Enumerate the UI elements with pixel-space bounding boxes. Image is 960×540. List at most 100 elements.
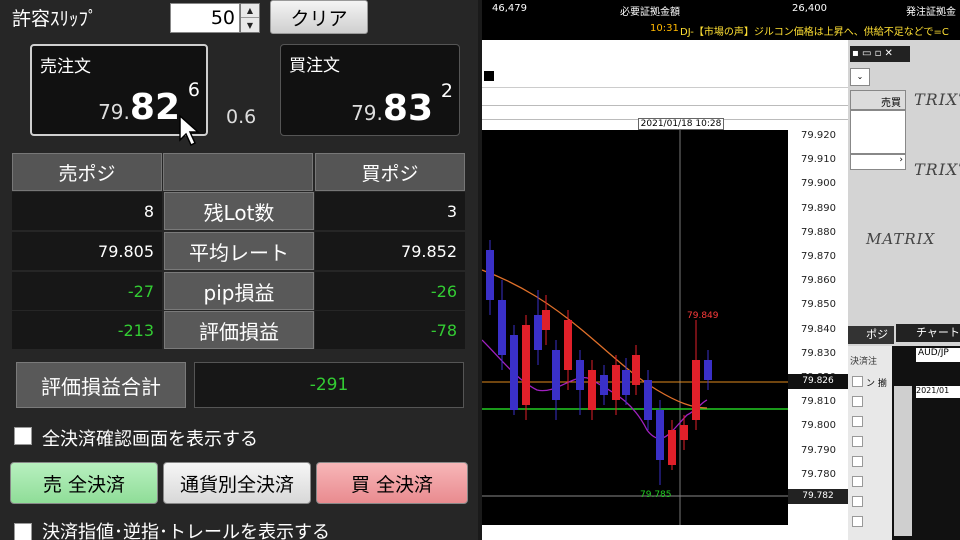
row-checkbox[interactable] — [852, 476, 863, 487]
price-tick: 79.800 — [801, 420, 836, 432]
row-checkbox[interactable] — [852, 376, 863, 387]
row-checkbox[interactable] — [852, 396, 863, 407]
news-text: DJ-【市場の声】ジルコン価格は上昇へ、供給不足などで=C — [680, 27, 949, 38]
row-checkbox[interactable] — [852, 456, 863, 467]
ticker-label-3: 発注証拠金 — [906, 7, 956, 18]
currency-all-settle-button[interactable]: 通貨別全決済 — [163, 462, 311, 504]
buy-all-settle-button[interactable]: 買 全決済 — [316, 462, 468, 504]
low-annotation: 79.785 — [640, 490, 672, 500]
mouse-cursor-icon — [179, 114, 200, 147]
candle-body — [510, 335, 518, 410]
chart-toolbar — [482, 68, 848, 88]
candle-body — [522, 325, 530, 405]
candle-body — [498, 300, 506, 355]
sell-price: 79.82 6 — [98, 79, 200, 128]
show-limit-label: 決済指値･逆指･トレールを表示する — [42, 522, 330, 540]
price-axis: 79.920 79.910 79.900 79.890 79.880 79.870 79.8… — [788, 130, 848, 525]
price-tick: 79.890 — [801, 202, 836, 214]
sell-all-settle-button[interactable]: 売 全決済 — [10, 462, 158, 504]
high-annotation: 79.849 — [687, 311, 719, 321]
candle-body — [600, 375, 608, 395]
window-titlebar: ▪ ▭ ▫ ✕ — [850, 46, 910, 62]
tab-position[interactable]: ポジ — [848, 326, 894, 344]
buy-pip-pl: -26 — [315, 272, 465, 310]
price-tick: 79.900 — [801, 178, 836, 190]
sell-position-header: 売ポジ — [12, 153, 162, 191]
candle-body — [576, 360, 584, 390]
avg-rate-label: 平均レート — [164, 232, 314, 270]
candle-body — [656, 410, 664, 460]
news-time: 10:31 — [650, 23, 679, 34]
chart-crosshair-time: 2021/01/18 10:28 — [638, 118, 724, 130]
tab-chart[interactable]: チャート — [896, 324, 960, 342]
mini-chart-pair[interactable]: AUD/JP — [916, 348, 960, 362]
buy-order-button[interactable]: 買注文 79.83 2 — [280, 44, 460, 136]
pip-pl-label: pip損益 — [164, 272, 314, 310]
ticker-value-2: 26,400 — [792, 3, 827, 14]
candle-body — [612, 365, 620, 400]
candle-body — [632, 355, 640, 385]
stepper-up-icon[interactable]: ▲ — [241, 4, 259, 18]
price-tick: 79.810 — [801, 396, 836, 408]
sell-order-title: 売注文 — [40, 57, 91, 77]
candle-body — [622, 370, 630, 395]
show-limit-checkbox[interactable] — [14, 523, 32, 540]
candle-body — [704, 360, 712, 380]
row-checkbox[interactable] — [852, 416, 863, 427]
order-panel: 許容ｽﾘｯﾌﾟ 50 ▲ ▼ クリア 売注文 79.82 6 0.6 買注文 79… — [0, 0, 478, 540]
chart-subbar — [482, 90, 848, 106]
right-windows: ▪ ▭ ▫ ✕ ⌄ 売買 › TRIXT TRIXT MATRIX ポジ チャー… — [848, 40, 960, 540]
candlestick-plot[interactable]: 79.849 79.785 — [482, 130, 788, 525]
buy-order-title: 買注文 — [289, 56, 340, 76]
mini-chart-date: 2021/01 — [916, 386, 960, 398]
low-price-tag: 79.782 — [788, 489, 848, 504]
lots-label: 残Lot数 — [164, 192, 314, 230]
window-controls[interactable]: ▪ ▭ ▫ ✕ — [852, 48, 893, 59]
price-tick: 79.910 — [801, 154, 836, 166]
stepper-down-icon[interactable]: ▼ — [241, 18, 259, 32]
sell-avg-rate: 79.805 — [12, 232, 162, 270]
candle-body — [588, 370, 596, 410]
mini-table — [850, 110, 906, 154]
sell-buy-column-header: 売買 — [850, 90, 906, 110]
row-checkbox[interactable] — [852, 496, 863, 507]
candle-body — [542, 310, 550, 330]
buy-price: 79.83 2 — [351, 80, 453, 129]
price-tick: 79.790 — [801, 444, 836, 456]
slippage-input[interactable]: 50 — [170, 3, 240, 33]
slippage-stepper[interactable]: ▲ ▼ — [240, 3, 260, 33]
price-tick: 79.860 — [801, 275, 836, 287]
candle-body — [486, 250, 494, 300]
price-tick: 79.840 — [801, 323, 836, 335]
candle-body — [644, 380, 652, 420]
news-ticker[interactable]: 10:31 DJ-【市場の声】ジルコン価格は上昇へ、供給不足などで=C — [482, 18, 960, 40]
price-tick: 79.920 — [801, 130, 836, 141]
chart-expand-icon[interactable] — [484, 71, 494, 81]
scroll-right-icon[interactable]: › — [850, 154, 906, 170]
spread-value: 0.6 — [226, 106, 257, 128]
candle-body — [564, 320, 572, 370]
total-pl-value: -291 — [194, 362, 464, 408]
sell-pip-pl: -27 — [12, 272, 162, 310]
candle-body — [692, 360, 700, 420]
sell-lots: 8 — [12, 192, 162, 230]
row-checkbox[interactable] — [852, 436, 863, 447]
row-checkbox[interactable] — [852, 516, 863, 527]
mini-chart-window: AUD/JP 2021/01 — [892, 346, 960, 540]
eval-pl-label: 評価損益 — [164, 311, 314, 349]
table-header-blank — [163, 153, 313, 191]
confirm-settle-checkbox[interactable] — [14, 427, 32, 445]
price-tick: 79.880 — [801, 226, 836, 238]
clear-button[interactable]: クリア — [270, 0, 368, 34]
buy-eval-pl: -78 — [315, 311, 465, 349]
brand-logo: TRIXT — [914, 90, 960, 109]
brand-logo-3: MATRIX — [866, 230, 936, 248]
brand-logo-2: TRIXT — [914, 160, 960, 179]
price-tick: 79.870 — [801, 251, 836, 262]
buy-lots: 3 — [315, 192, 465, 230]
mini-chart-toolbar[interactable] — [894, 386, 912, 536]
total-pl-label: 評価損益合計 — [16, 362, 186, 408]
sell-eval-pl: -213 — [12, 311, 162, 349]
ticker-label-2: 必要証拠金額 — [620, 7, 680, 18]
dropdown-chevron-icon[interactable]: ⌄ — [850, 68, 870, 86]
